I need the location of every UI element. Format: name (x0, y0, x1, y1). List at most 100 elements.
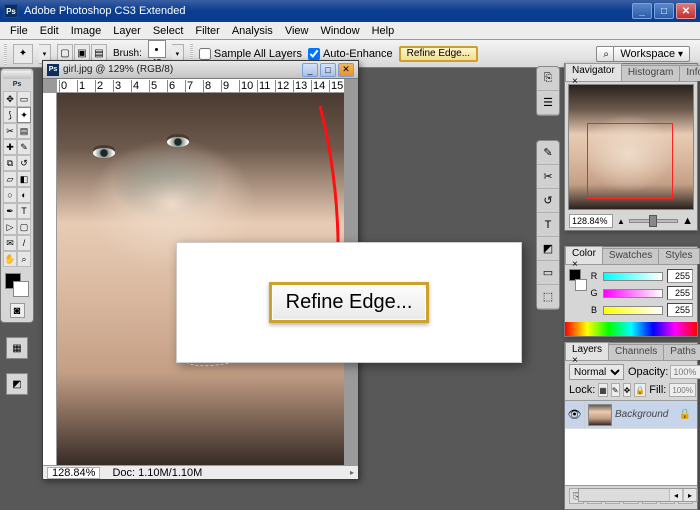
document-titlebar[interactable]: Ps girl.jpg @ 129% (RGB/8) _ □ ✕ (43, 61, 358, 79)
collapsed-dock-button-b[interactable]: ◩ (6, 373, 28, 395)
scrollbar[interactable]: ◂▸ (578, 488, 698, 502)
notes-tool[interactable]: ✉ (3, 235, 17, 251)
b-slider[interactable] (603, 306, 663, 315)
navigator-zoom-field[interactable]: 128.84% (569, 214, 613, 228)
fill-field[interactable]: 100% (669, 383, 695, 397)
color-swatches[interactable] (3, 271, 29, 297)
collapsed-dock-button-a[interactable]: ▦ (6, 337, 28, 359)
zoom-field[interactable]: 128.84% (47, 467, 100, 479)
b-value-field[interactable]: 255 (667, 303, 693, 317)
tab-channels[interactable]: Channels (608, 344, 664, 360)
crop-tool[interactable]: ✂ (3, 123, 17, 139)
path-tool[interactable]: ▷ (3, 219, 17, 235)
r-slider[interactable] (603, 272, 663, 281)
toolbox-grip[interactable] (3, 71, 31, 79)
rail-icon[interactable]: ◩ (537, 237, 559, 261)
menu-select[interactable]: Select (147, 24, 190, 38)
layer-name-label[interactable]: Background (615, 409, 673, 420)
rail-icon[interactable]: ▭ (537, 261, 559, 285)
workspace-button[interactable]: Workspace ▾ (613, 46, 690, 62)
menu-view[interactable]: View (279, 24, 315, 38)
blur-tool[interactable]: ○ (3, 187, 17, 203)
navigator-zoom-slider[interactable] (629, 219, 678, 223)
color-spectrum[interactable] (565, 322, 697, 336)
gradient-tool[interactable]: ◧ (17, 171, 31, 187)
lock-pos-icon[interactable]: ✥ (623, 383, 632, 397)
lock-paint-icon[interactable]: ✎ (611, 383, 620, 397)
navigator-proxy-view[interactable] (587, 123, 673, 199)
refine-edge-callout-button[interactable]: Refine Edge... (269, 282, 430, 323)
sample-all-layers-checkbox[interactable]: Sample All Layers (199, 48, 302, 60)
pen-tool[interactable]: ✒ (3, 203, 17, 219)
doc-close-button[interactable]: ✕ (338, 63, 354, 77)
eyedropper-tool[interactable]: / (17, 235, 31, 251)
layer-item-background[interactable]: 👁 Background 🔒 (565, 401, 697, 429)
blend-mode-select[interactable]: Normal (569, 364, 624, 380)
layer-thumbnail[interactable] (588, 404, 612, 426)
slice-tool[interactable]: ▤ (17, 123, 31, 139)
horizontal-ruler[interactable]: 0 1 2 3 4 5 6 7 8 9 10 11 12 13 14 15 (57, 79, 344, 93)
shape-tool[interactable]: ▢ (17, 219, 31, 235)
rail-icon[interactable]: ☰ (537, 91, 559, 115)
history-brush-tool[interactable]: ↺ (17, 155, 31, 171)
rail-icon[interactable]: T (537, 213, 559, 237)
bg-color-icon[interactable] (575, 279, 587, 291)
rail-icon[interactable]: ↺ (537, 189, 559, 213)
rail-icon[interactable]: ✎ (537, 141, 559, 165)
stamp-tool[interactable]: ⧉ (3, 155, 17, 171)
tab-paths[interactable]: Paths (663, 344, 700, 360)
menu-layer[interactable]: Layer (107, 24, 147, 38)
g-slider[interactable] (603, 289, 663, 298)
move-tool[interactable]: ✥ (3, 91, 17, 107)
doc-maximize-button[interactable]: □ (320, 63, 336, 77)
tab-histogram[interactable]: Histogram (621, 65, 681, 81)
quick-select-tool[interactable]: ✦ (17, 107, 31, 123)
marquee-tool[interactable]: ▭ (17, 91, 31, 107)
lock-all-icon[interactable]: 🔒 (634, 383, 646, 397)
window-maximize-button[interactable]: □ (654, 3, 674, 19)
vertical-ruler[interactable] (43, 93, 57, 465)
opacity-field[interactable]: 100% (670, 365, 700, 379)
menu-help[interactable]: Help (366, 24, 401, 38)
hand-tool[interactable]: ✋ (3, 251, 17, 267)
tab-navigator[interactable]: Navigator × (565, 63, 622, 81)
tab-styles[interactable]: Styles (658, 248, 699, 264)
quick-mask-button[interactable]: ◙ (10, 303, 25, 318)
g-value-field[interactable]: 255 (667, 286, 693, 300)
rail-icon[interactable]: ✂ (537, 165, 559, 189)
rail-icon[interactable]: ⎘ (537, 67, 559, 91)
gripper-icon[interactable] (4, 43, 7, 65)
menu-file[interactable]: File (4, 24, 34, 38)
refine-edge-button[interactable]: Refine Edge... (399, 46, 478, 62)
background-swatch[interactable] (13, 281, 29, 297)
active-tool-icon[interactable]: ✦ (13, 44, 33, 64)
brush-preview[interactable] (148, 40, 166, 58)
zoom-tool[interactable]: ⌕ (17, 251, 31, 267)
window-close-button[interactable]: ✕ (676, 3, 696, 19)
layer-visibility-toggle[interactable]: 👁 (565, 401, 585, 428)
heal-tool[interactable]: ✚ (3, 139, 17, 155)
lock-trans-icon[interactable]: ▦ (598, 383, 608, 397)
tab-swatches[interactable]: Swatches (602, 248, 659, 264)
lasso-tool[interactable]: ⟆ (3, 107, 17, 123)
window-minimize-button[interactable]: _ (632, 3, 652, 19)
tab-info[interactable]: Info (679, 65, 700, 81)
menu-filter[interactable]: Filter (189, 24, 225, 38)
color-sample-swatches[interactable] (569, 269, 587, 291)
brush-tool[interactable]: ✎ (17, 139, 31, 155)
dodge-tool[interactable]: ◐ (17, 187, 31, 203)
type-tool[interactable]: T (17, 203, 31, 219)
chevron-right-icon[interactable]: ▸ (350, 468, 354, 477)
zoom-out-icon[interactable]: ▲ (617, 217, 625, 226)
menu-analysis[interactable]: Analysis (226, 24, 279, 38)
tab-layers[interactable]: Layers × (565, 342, 609, 360)
navigator-thumbnail[interactable] (568, 84, 694, 210)
doc-minimize-button[interactable]: _ (302, 63, 318, 77)
rail-icon[interactable]: ⬚ (537, 285, 559, 309)
tab-color[interactable]: Color × (565, 246, 603, 264)
menu-window[interactable]: Window (314, 24, 365, 38)
menu-edit[interactable]: Edit (34, 24, 65, 38)
menu-image[interactable]: Image (65, 24, 108, 38)
auto-enhance-checkbox[interactable]: Auto-Enhance (308, 48, 393, 60)
r-value-field[interactable]: 255 (667, 269, 693, 283)
